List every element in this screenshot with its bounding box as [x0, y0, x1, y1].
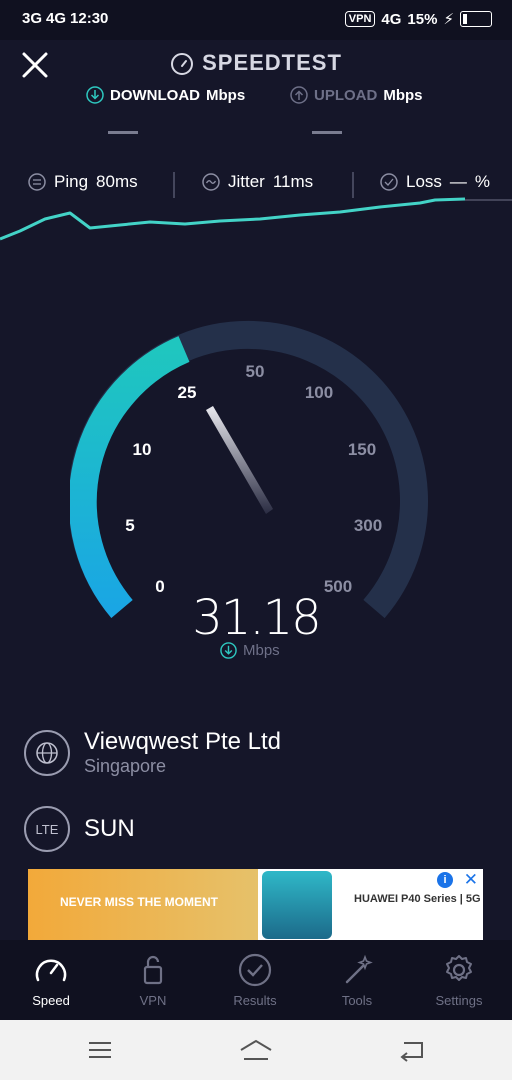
upload-label: UPLOAD: [314, 86, 378, 104]
server-info[interactable]: Viewqwest Pte Ltd Singapore: [24, 728, 281, 777]
server-location: Singapore: [84, 756, 167, 776]
clock: 12:30: [70, 10, 109, 27]
ad-phone-image: [262, 871, 332, 939]
loss-unit: %: [474, 172, 491, 191]
ad-product: HUAWEI P40 Series | 5G: [354, 893, 481, 905]
status-bar: 3G 4G 12:30 VPN 4G 15% ⚡: [0, 0, 512, 40]
tick-150: 150: [348, 440, 376, 459]
network-indicator: 4G: [381, 10, 402, 28]
loss-metric: Loss — %: [380, 172, 490, 192]
upload-unit: Mbps: [383, 86, 423, 104]
status-right: VPN 4G 15% ⚡: [344, 10, 492, 28]
home-icon[interactable]: [238, 1038, 274, 1062]
speedtest-logo-icon: [171, 53, 194, 76]
speed-unit: Mbps: [243, 642, 280, 659]
upload-header: UPLOAD Mbps: [290, 86, 423, 104]
system-nav-bar: [0, 1020, 512, 1080]
app-title: SPEEDTEST: [0, 50, 512, 76]
globe-icon: [24, 729, 70, 776]
loss-label: Loss: [406, 172, 442, 191]
lte-badge: LTE: [24, 806, 70, 852]
server-details: Viewqwest Pte Ltd Singapore: [84, 728, 281, 777]
download-header: DOWNLOAD Mbps: [86, 86, 245, 104]
upload-value-placeholder: [312, 131, 342, 134]
tick-300: 300: [354, 516, 382, 535]
tick-5: 5: [125, 516, 134, 535]
isp-name: SUN: [84, 815, 135, 842]
checkmark-icon: [238, 953, 272, 986]
battery-icon: [460, 11, 492, 27]
throughput-line: [0, 197, 466, 241]
back-icon[interactable]: [398, 1038, 426, 1062]
wand-icon: [345, 954, 373, 983]
status-left: 3G 4G 12:30: [22, 10, 108, 27]
tab-results[interactable]: Results: [204, 940, 306, 1020]
tab-speed-label: Speed: [32, 992, 70, 1008]
tick-100: 100: [305, 383, 333, 402]
jitter-metric: Jitter 11ms: [202, 172, 313, 192]
ping-icon: [28, 173, 46, 191]
ping-metric: Ping 80ms: [28, 172, 138, 192]
vpn-indicator: VPN: [344, 11, 376, 27]
tick-50: 50: [246, 362, 265, 381]
speedometer-icon: [35, 959, 67, 981]
gauge-fill: [70, 336, 190, 619]
tick-10: 10: [133, 440, 152, 459]
tab-tools-label: Tools: [341, 992, 373, 1008]
signal-4g: 4G: [46, 10, 67, 27]
title-text: SPEEDTEST: [202, 50, 342, 75]
charging-icon: ⚡: [443, 11, 454, 28]
download-unit: Mbps: [206, 86, 246, 104]
tab-results-label: Results: [233, 992, 277, 1008]
speed-unit-row: Mbps: [220, 642, 280, 659]
isp-details: SUN: [84, 815, 135, 843]
ad-slogan: NEVER MISS THE MOMENT: [60, 895, 219, 909]
jitter-icon: [202, 173, 220, 191]
throughput-graph: [0, 197, 512, 241]
signal-3g: 3G: [22, 10, 43, 27]
tab-settings[interactable]: Settings: [408, 940, 510, 1020]
tab-settings-label: Settings: [435, 992, 483, 1008]
upload-arrow-icon: [290, 86, 308, 104]
download-small-icon: [220, 642, 237, 659]
download-value-placeholder: [108, 131, 138, 134]
tab-speed[interactable]: Speed: [0, 940, 102, 1020]
tab-vpn-label: VPN: [139, 992, 167, 1008]
bottom-tab-bar: Speed VPN Results Tools Settings: [0, 940, 512, 1020]
loss-icon: [380, 173, 398, 191]
battery-percent: 15%: [407, 10, 438, 28]
ping-label: Ping: [54, 172, 89, 191]
loss-value: —: [449, 172, 467, 191]
server-name: Viewqwest Pte Ltd: [84, 728, 282, 755]
ad-banner[interactable]: NEVER MISS THE MOMENT HUAWEI P40 Series …: [28, 869, 483, 941]
current-speed: 31.18: [192, 590, 321, 646]
jitter-label: Jitter: [228, 172, 265, 191]
menu-icon[interactable]: [86, 1038, 114, 1062]
ping-value: 80ms: [96, 172, 138, 191]
isp-info: LTE SUN: [24, 806, 135, 852]
download-arrow-icon: [86, 86, 104, 104]
tab-vpn[interactable]: VPN: [102, 940, 204, 1020]
gear-icon: [446, 954, 472, 981]
lock-icon: [143, 955, 163, 984]
ad-close-icon[interactable]: ✕: [464, 870, 478, 890]
tick-25: 25: [178, 383, 197, 402]
download-label: DOWNLOAD: [110, 86, 200, 104]
tab-tools[interactable]: Tools: [306, 940, 408, 1020]
ad-info-icon[interactable]: i: [437, 872, 453, 888]
gauge-needle: [206, 406, 273, 514]
jitter-value: 11ms: [272, 172, 314, 191]
